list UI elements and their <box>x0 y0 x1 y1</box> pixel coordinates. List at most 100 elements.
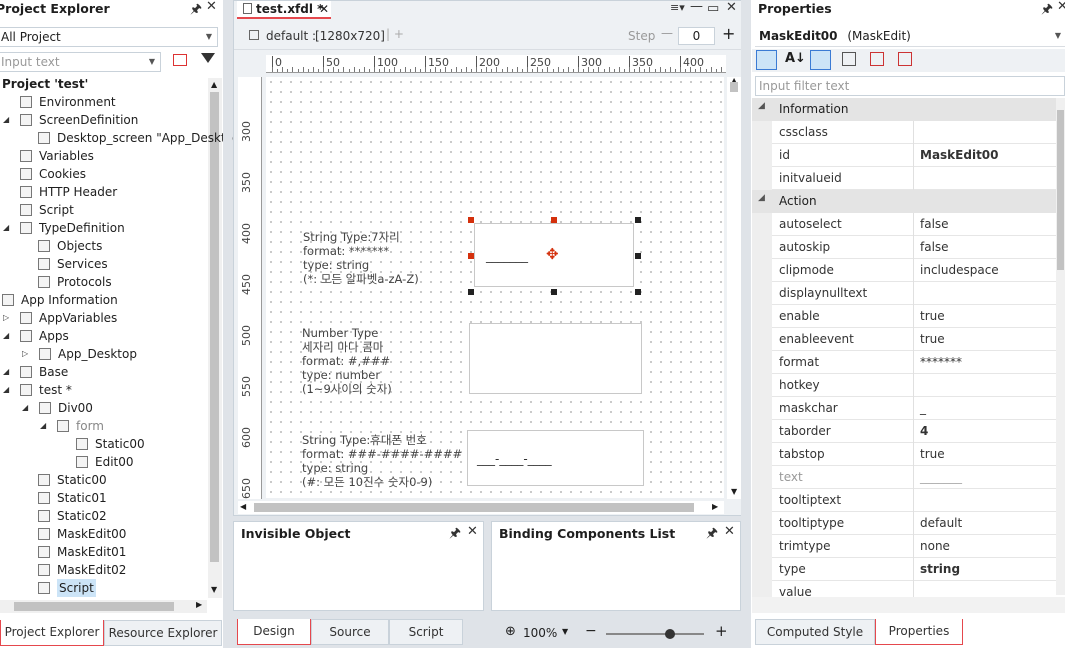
tree-item[interactable]: Script <box>0 201 207 219</box>
categorized-icon[interactable] <box>756 50 777 70</box>
property-value[interactable]: false <box>920 240 949 254</box>
restore-icon[interactable]: ▭ <box>707 1 719 16</box>
tree-item[interactable]: MaskEdit00 <box>0 525 207 543</box>
tree-item[interactable]: MaskEdit01 <box>0 543 207 561</box>
close-icon[interactable]: ✕ <box>467 524 478 539</box>
resize-handle[interactable] <box>468 289 474 295</box>
property-vscrollbar[interactable] <box>1056 98 1065 595</box>
screen-size[interactable]: [1280x720] <box>315 29 385 43</box>
tab-project-explorer[interactable]: Project Explorer <box>0 620 104 646</box>
tree-item[interactable]: Script <box>0 579 207 597</box>
property-value[interactable]: _ <box>920 401 926 415</box>
maskedit02[interactable]: ___-____-____ <box>467 430 644 486</box>
list-view-icon[interactable] <box>810 50 831 70</box>
find-icon[interactable] <box>173 54 187 66</box>
pin-icon[interactable]: 🖈 <box>706 524 718 546</box>
static01-label[interactable]: Number Type 세자리 마다 콤마 format: #,### type… <box>302 326 392 396</box>
property-row[interactable]: trimtype none <box>752 535 1056 558</box>
tree-item[interactable]: Project 'test' <box>0 75 207 93</box>
add-screen-icon[interactable]: | + <box>386 27 404 41</box>
tree-item[interactable]: ◢ form <box>0 417 207 435</box>
property-value[interactable]: string <box>920 562 960 576</box>
property-value[interactable]: 4 <box>920 424 928 438</box>
tree-item[interactable]: Static00 <box>0 471 207 489</box>
scroll-right-icon[interactable]: ▶ <box>196 600 202 609</box>
property-row[interactable]: initvalueid <box>752 167 1056 190</box>
property-row[interactable]: cssclass <box>752 121 1056 144</box>
pin-icon[interactable]: 🖈 <box>190 0 202 22</box>
property-row[interactable]: maskchar _ <box>752 397 1056 420</box>
resize-handle[interactable] <box>635 289 641 295</box>
edit-icon[interactable] <box>842 52 856 66</box>
tree-item[interactable]: ◢ test * <box>0 381 207 399</box>
collapse-arrow-icon[interactable]: ◢ <box>758 101 765 111</box>
close-icon[interactable]: ✕ <box>206 0 217 14</box>
step-increase-button[interactable]: + <box>722 24 735 43</box>
tree-item[interactable]: Objects <box>0 237 207 255</box>
tree-item[interactable]: Static01 <box>0 489 207 507</box>
property-value[interactable]: false <box>920 217 949 231</box>
expand-arrow-icon[interactable]: ◢ <box>3 327 9 345</box>
property-value[interactable]: ******* <box>920 355 962 369</box>
zoom-out-button[interactable]: − <box>585 623 597 639</box>
resize-handle[interactable] <box>551 289 557 295</box>
property-value[interactable]: includespace <box>920 263 999 277</box>
event-icon[interactable] <box>870 52 884 66</box>
move-icon[interactable]: ✥ <box>546 245 559 263</box>
resize-handle[interactable] <box>468 217 474 223</box>
property-row[interactable]: tooltiptype default <box>752 512 1056 535</box>
splitter-left[interactable] <box>223 0 232 648</box>
tree-item[interactable]: ◢ Apps <box>0 327 207 345</box>
tab-resource-explorer[interactable]: Resource Explorer <box>104 620 222 646</box>
expand-arrow-icon[interactable]: ◢ <box>40 417 46 435</box>
scroll-right-icon[interactable]: ▶ <box>712 502 718 511</box>
tree-item[interactable]: ▷ App_Desktop <box>0 345 207 363</box>
maskedit00[interactable]: _______ ✥ <box>474 223 634 287</box>
close-icon[interactable]: ✕ <box>724 524 735 539</box>
tree-item[interactable]: ◢ Base <box>0 363 207 381</box>
tree-item[interactable]: Protocols <box>0 273 207 291</box>
minimize-icon[interactable]: — <box>690 0 703 14</box>
expand-arrow-icon[interactable]: ◢ <box>3 111 9 129</box>
property-row[interactable]: autoskip false <box>752 236 1056 259</box>
zoom-in-button[interactable]: + <box>715 622 728 640</box>
tree-item[interactable]: ◢ ScreenDefinition <box>0 111 207 129</box>
tree-item[interactable]: App Information <box>0 291 207 309</box>
scroll-left-icon[interactable]: ◀ <box>240 502 246 511</box>
sort-alpha-icon[interactable]: A↓ <box>785 51 806 66</box>
design-canvas[interactable]: String Type:7자리 format: ******* type: st… <box>266 77 724 498</box>
property-value[interactable]: true <box>920 332 945 346</box>
property-row[interactable]: displaynulltext <box>752 282 1056 305</box>
tree-item[interactable]: ◢ Div00 <box>0 399 207 417</box>
scroll-down-icon[interactable]: ▼ <box>731 487 737 496</box>
property-value[interactable]: MaskEdit00 <box>920 148 999 162</box>
tree-item[interactable]: MaskEdit02 <box>0 561 207 579</box>
property-value[interactable]: true <box>920 309 945 323</box>
expand-arrow-icon[interactable]: ▷ <box>22 345 28 363</box>
tree-item[interactable]: Edit00 <box>0 453 207 471</box>
collapse-arrow-icon[interactable]: ◢ <box>758 193 765 203</box>
project-filter-select[interactable]: All Project ▼ <box>0 27 218 47</box>
tree-scroll-thumb[interactable] <box>210 92 219 562</box>
property-row[interactable]: format ******* <box>752 351 1056 374</box>
tab-computed-style[interactable]: Computed Style <box>755 619 875 645</box>
tab-script[interactable]: Script <box>389 619 463 645</box>
canvas-hscroll-thumb[interactable] <box>254 503 694 512</box>
tree-item[interactable]: ◢ TypeDefinition <box>0 219 207 237</box>
canvas-vscroll-thumb[interactable] <box>730 82 738 92</box>
property-category[interactable]: ◢ Information <box>752 98 1056 121</box>
tree-item[interactable]: ▷ AppVariables <box>0 309 207 327</box>
maskedit01[interactable] <box>469 323 642 394</box>
pin-icon[interactable]: 🖈 <box>449 524 461 546</box>
property-row[interactable]: taborder 4 <box>752 420 1056 443</box>
tree-item[interactable]: Services <box>0 255 207 273</box>
pin-icon[interactable]: 🖈 <box>1041 0 1053 22</box>
tree-hscroll-thumb[interactable] <box>14 602 174 611</box>
expand-arrow-icon[interactable]: ◢ <box>3 219 9 237</box>
property-scroll-thumb[interactable] <box>1057 110 1064 270</box>
close-icon[interactable]: ✕ <box>726 0 737 15</box>
tree-item[interactable]: ▸Environment <box>0 93 207 111</box>
expand-arrow-icon[interactable]: ◢ <box>3 363 9 381</box>
expand-arrow-icon[interactable]: ◢ <box>3 381 9 399</box>
static00-label[interactable]: String Type:7자리 format: ******* type: st… <box>303 230 419 286</box>
